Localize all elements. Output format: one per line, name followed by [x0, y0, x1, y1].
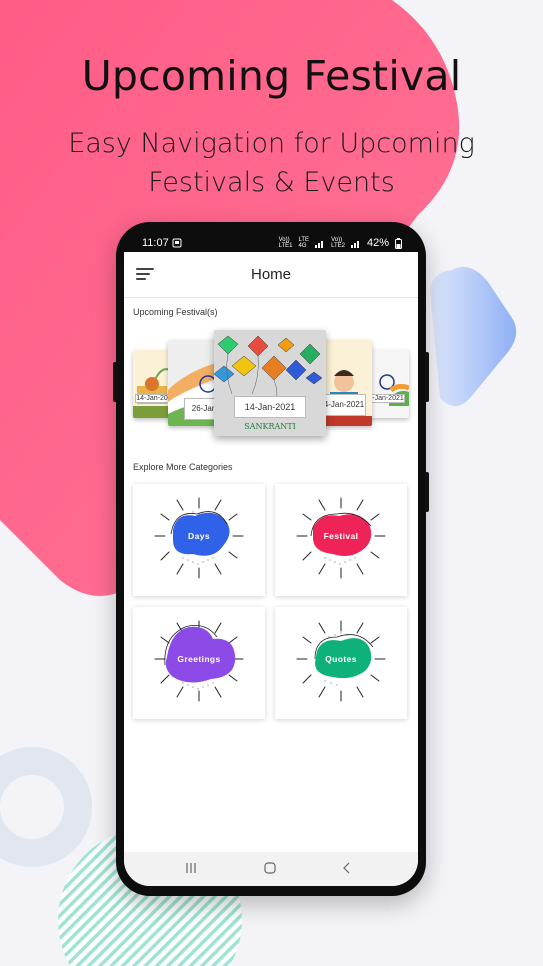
network-indicator-3: Vo)) LTE2: [331, 237, 345, 249]
promo-headline: Upcoming Festival: [81, 52, 462, 100]
bixby-button: [425, 472, 429, 512]
festival-card-makar-sankranti[interactable]: MAKAR SANKRANTI 14-Jan-2021: [214, 330, 326, 436]
category-tile-label: Days: [188, 531, 210, 541]
blue-triangle: [430, 266, 517, 406]
upcoming-festivals-label: Upcoming Festival(s): [133, 307, 218, 317]
gray-ring: [0, 747, 92, 867]
festival-card-pongal-right[interactable]: 4-Jan-2021: [320, 340, 372, 426]
app-screen: Home Upcoming Festival(s) 14-Jan-20 -Jan…: [124, 252, 418, 886]
kites-illustration: MAKAR SANKRANTI: [214, 330, 326, 436]
system-navigation-bar: [124, 852, 418, 886]
signal-icon-2: [350, 240, 359, 248]
category-tile-greetings[interactable]: Greetings: [133, 607, 265, 719]
festival-card-date: -Jan-2021: [371, 394, 405, 403]
status-time: 11:07: [142, 237, 169, 249]
home-icon[interactable]: [263, 861, 277, 875]
svg-text:SANKRANTI: SANKRANTI: [244, 422, 296, 431]
explore-categories-label: Explore More Categories: [133, 462, 233, 472]
festival-card-pongal[interactable]: 14-Jan-20: [133, 350, 173, 418]
battery-charging-icon: [395, 237, 402, 249]
category-tile-quotes[interactable]: Quotes: [275, 607, 407, 719]
notification-icon: [172, 238, 182, 248]
signal-icon: [315, 240, 324, 248]
festival-card-date: 14-Jan-2021: [234, 396, 306, 418]
republic-day-illustration: [369, 350, 409, 418]
festival-card-republic-day-right[interactable]: -Jan-2021: [369, 350, 409, 418]
category-tile-festival[interactable]: Festival: [275, 484, 407, 596]
app-title: Home: [250, 266, 291, 283]
festival-carousel[interactable]: 14-Jan-20 -Jan-2021 26-Jan 4-Jan-2021 SA…: [124, 330, 418, 442]
network-indicator-1: Vo)) LTE1: [278, 237, 293, 249]
category-tile-label: Festival: [323, 531, 359, 541]
network-indicator-2: LTE 4G: [298, 237, 310, 249]
festival-card-date: 4-Jan-2021: [322, 394, 366, 416]
recent-apps-icon[interactable]: [184, 861, 198, 875]
back-icon[interactable]: [340, 861, 354, 875]
battery-percent: 42%: [366, 237, 389, 249]
pongal-illustration: [133, 350, 173, 418]
status-bar: 11:07 Vo)) LTE1 LTE 4G Vo)) LTE2 42%: [124, 229, 418, 257]
phone-frame: Home Upcoming Festival(s) 14-Jan-20 -Jan…: [113, 222, 429, 896]
festival-card-date: 14-Jan-20: [135, 394, 169, 403]
category-tile-days[interactable]: Days: [133, 484, 265, 596]
volume-button: [113, 362, 117, 402]
promo-subline: Easy Navigation for Upcoming Festivals &…: [68, 128, 475, 198]
category-tile-label: Quotes: [325, 654, 357, 664]
category-tile-label: Greetings: [177, 654, 221, 664]
status-indicators: Vo)) LTE1 LTE 4G Vo)) LTE2 42%: [279, 237, 402, 249]
power-button: [425, 352, 429, 402]
app-bar: Home: [124, 252, 418, 298]
